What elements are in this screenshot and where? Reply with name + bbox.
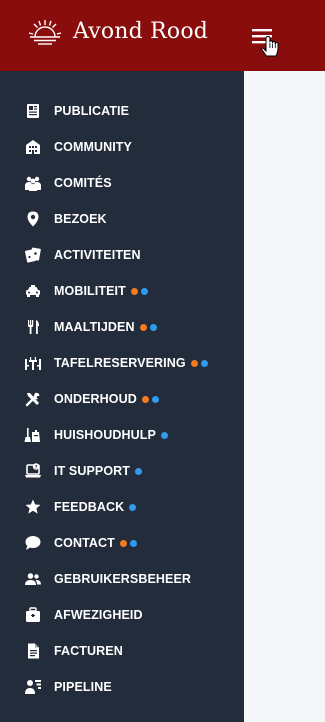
sidebar-item-label: BEZOEK: [54, 212, 107, 226]
sidebar-item-label: ONDERHOUD: [54, 392, 137, 406]
newspaper-icon: [24, 102, 42, 120]
hamburger-menu-icon: [252, 29, 279, 57]
status-dot-blue: [160, 431, 168, 439]
user-pipeline-icon: [24, 678, 42, 696]
main-content: [244, 71, 325, 722]
star-icon: [24, 498, 42, 516]
sidebar-item-contact[interactable]: CONTACT: [0, 525, 244, 561]
sidebar-item-label: ACTIVITEITEN: [54, 248, 141, 262]
group-icon: [24, 174, 42, 192]
table-icon: [24, 354, 42, 372]
sidebar-item-onderhoud[interactable]: ONDERHOUD: [0, 381, 244, 417]
status-dot-blue: [149, 323, 157, 331]
sidebar-item-label: FEEDBACK: [54, 500, 125, 514]
sidebar-item-label: AFWEZIGHEID: [54, 608, 143, 622]
hamburger-menu-button[interactable]: [248, 24, 286, 62]
buildings-icon: [24, 138, 42, 156]
status-dot-blue: [140, 287, 148, 295]
sidebar-item-community[interactable]: COMMUNITY: [0, 129, 244, 165]
svg-text:?: ?: [35, 464, 38, 470]
status-dot-orange: [141, 395, 149, 403]
tools-icon: [24, 390, 42, 408]
sidebar-item-label: MAALTIJDEN: [54, 320, 135, 334]
taxi-icon: [24, 282, 42, 300]
status-dot-orange: [130, 287, 138, 295]
sidebar-item-tafelreservering[interactable]: TAFELRESERVERING: [0, 345, 244, 381]
sidebar-item-label: CONTACT: [54, 536, 115, 550]
sidebar: PUBLICATIE COMMUNITY COMITÉS BEZOEK ACTIVITE…: [0, 71, 244, 722]
sidebar-nav: PUBLICATIE COMMUNITY COMITÉS BEZOEK ACTIVITE…: [0, 93, 244, 705]
status-dot-blue: [200, 359, 208, 367]
laptop-support-icon: ?: [24, 462, 42, 480]
sidebar-item-publicatie[interactable]: PUBLICATIE: [0, 93, 244, 129]
sidebar-item-label: TAFELRESERVERING: [54, 356, 186, 370]
sidebar-item-feedback[interactable]: FEEDBACK: [0, 489, 244, 525]
sidebar-item-bezoek[interactable]: BEZOEK: [0, 201, 244, 237]
sidebar-item-label: FACTUREN: [54, 644, 123, 658]
location-pin-icon: [24, 210, 42, 228]
top-header: Avond Rood: [0, 0, 325, 71]
sidebar-item-activiteiten[interactable]: ACTIVITEITEN: [0, 237, 244, 273]
status-dot-blue: [129, 503, 137, 511]
cutlery-icon: [24, 318, 42, 336]
sidebar-item-maaltijden[interactable]: MAALTIJDEN: [0, 309, 244, 345]
sidebar-item-label: COMMUNITY: [54, 140, 132, 154]
sidebar-item-afwezigheid[interactable]: AFWEZIGHEID: [0, 597, 244, 633]
sidebar-item-comités[interactable]: COMITÉS: [0, 165, 244, 201]
brand-title: Avond Rood: [73, 19, 209, 44]
sidebar-item-label: MOBILITEIT: [54, 284, 126, 298]
suitcase-icon: [24, 606, 42, 624]
status-dot-orange: [139, 323, 147, 331]
sidebar-item-huishoudhulp[interactable]: HUISHOUDHULP: [0, 417, 244, 453]
status-dot-blue: [129, 539, 137, 547]
cleaning-icon: [24, 426, 42, 444]
document-icon: [24, 642, 42, 660]
sidebar-item-label: PUBLICATIE: [54, 104, 130, 118]
sidebar-item-facturen[interactable]: FACTUREN: [0, 633, 244, 669]
sidebar-item-label: IT SUPPORT: [54, 464, 131, 478]
sidebar-item-label: GEBRUIKERSBEHEER: [54, 572, 192, 586]
sidebar-item-it-support[interactable]: ? IT SUPPORT: [0, 453, 244, 489]
sidebar-item-gebruikersbeheer[interactable]: GEBRUIKERSBEHEER: [0, 561, 244, 597]
users-icon: [24, 570, 42, 588]
sidebar-item-label: COMITÉS: [54, 176, 112, 190]
sun-logo-icon: [28, 20, 62, 45]
cards-icon: [24, 246, 42, 264]
sidebar-item-pipeline[interactable]: PIPELINE: [0, 669, 244, 705]
status-dot-blue: [151, 395, 159, 403]
chat-bubble-icon: [24, 534, 42, 552]
sidebar-item-mobiliteit[interactable]: MOBILITEIT: [0, 273, 244, 309]
status-dot-orange: [190, 359, 198, 367]
status-dot-orange: [119, 539, 127, 547]
sidebar-item-label: PIPELINE: [54, 680, 112, 694]
status-dot-blue: [135, 467, 143, 475]
sidebar-item-label: HUISHOUDHULP: [54, 428, 156, 442]
